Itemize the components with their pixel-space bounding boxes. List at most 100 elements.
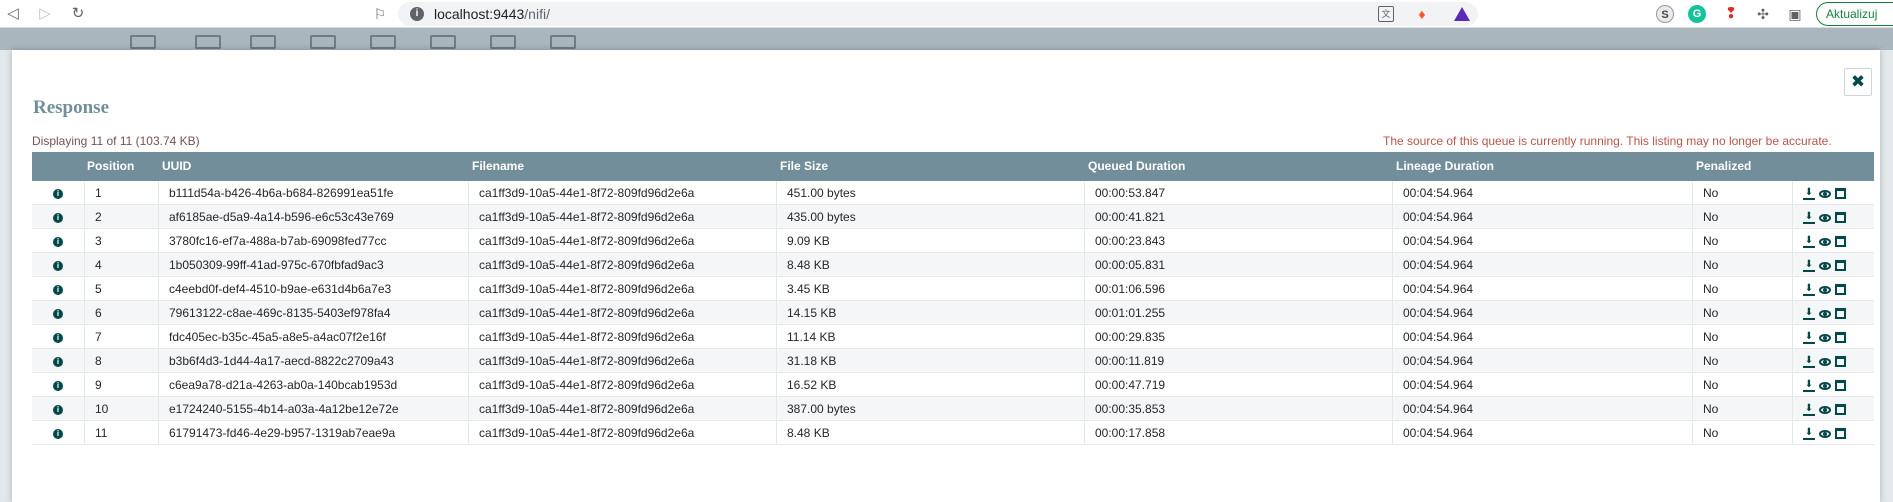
eye-icon[interactable] xyxy=(1819,189,1831,198)
details-cell: i xyxy=(32,181,84,205)
info-icon[interactable]: i xyxy=(53,188,63,199)
eye-icon[interactable] xyxy=(1819,357,1831,366)
uuid-cell: c6ea9a78-d21a-4263-ab0a-140bcab1953d xyxy=(158,373,468,397)
actions-cell: ⬇ xyxy=(1792,325,1874,349)
provenance-icon[interactable] xyxy=(1835,260,1846,272)
details-cell: i xyxy=(32,325,84,349)
extension-red-icon[interactable]: ❢ xyxy=(1722,5,1740,23)
provenance-icon[interactable] xyxy=(1835,308,1846,320)
eye-icon[interactable] xyxy=(1819,309,1831,318)
site-info-icon[interactable]: i xyxy=(410,7,424,21)
info-icon[interactable]: i xyxy=(53,356,63,367)
actions-cell: ⬇ xyxy=(1792,229,1874,253)
bookmark-icon[interactable]: ⚐ xyxy=(372,3,388,25)
filename-cell: ca1ff3d9-10a5-44e1-8f72-809fd96d2e6a xyxy=(468,325,776,349)
download-icon[interactable]: ⬇ xyxy=(1803,307,1815,320)
download-icon[interactable]: ⬇ xyxy=(1803,187,1815,200)
eye-icon[interactable] xyxy=(1819,285,1831,294)
forward-icon[interactable]: ▷ xyxy=(34,3,56,25)
info-icon[interactable]: i xyxy=(53,212,63,223)
rewards-icon[interactable] xyxy=(1454,7,1470,21)
template-tool-icon xyxy=(490,35,516,49)
url-text[interactable]: localhost:9443/nifi/ xyxy=(434,6,550,22)
header-filename[interactable]: Filename xyxy=(472,152,524,181)
eye-icon[interactable] xyxy=(1819,429,1831,438)
eye-icon[interactable] xyxy=(1819,333,1831,342)
provenance-icon[interactable] xyxy=(1835,332,1846,344)
filename-cell: ca1ff3d9-10a5-44e1-8f72-809fd96d2e6a xyxy=(468,349,776,373)
download-icon[interactable]: ⬇ xyxy=(1803,211,1815,224)
penalized-cell: No xyxy=(1692,181,1792,205)
penalized-cell: No xyxy=(1692,349,1792,373)
position-cell: 3 xyxy=(84,229,158,253)
header-queued-duration[interactable]: Queued Duration xyxy=(1088,152,1185,181)
provenance-icon[interactable] xyxy=(1835,356,1846,368)
header-lineage-duration[interactable]: Lineage Duration xyxy=(1396,152,1494,181)
info-icon[interactable]: i xyxy=(53,308,63,319)
uuid-cell: b3b6f4d3-1d44-4a17-aecd-8822c2709a43 xyxy=(158,349,468,373)
details-cell: i xyxy=(32,349,84,373)
file-size-cell: 8.48 KB xyxy=(776,421,1084,445)
table-row: i 3 3780fc16-ef7a-488a-b7ab-69098fed77cc ca… xyxy=(32,229,1874,253)
file-size-cell: 387.00 bytes xyxy=(776,397,1084,421)
position-cell: 5 xyxy=(84,277,158,301)
canvas-left-edge xyxy=(0,50,12,502)
eye-icon[interactable] xyxy=(1819,237,1831,246)
penalized-cell: No xyxy=(1692,277,1792,301)
header-penalized[interactable]: Penalized xyxy=(1696,152,1751,181)
info-icon[interactable]: i xyxy=(53,260,63,271)
eye-icon[interactable] xyxy=(1819,381,1831,390)
uuid-cell: 1b050309-99ff-41ad-975c-670fbfad9ac3 xyxy=(158,253,468,277)
address-bar[interactable]: i localhost:9443/nifi/ 文 ♦ xyxy=(398,2,1478,26)
wallet-icon[interactable]: ▣ xyxy=(1786,5,1804,23)
provenance-icon[interactable] xyxy=(1835,284,1846,296)
info-icon[interactable]: i xyxy=(53,428,63,439)
header-file-size[interactable]: File Size xyxy=(780,152,828,181)
table-row: i 1 b111d54a-b426-4b6a-b684-826991ea51fe ca… xyxy=(32,181,1874,205)
header-position[interactable]: Position xyxy=(87,152,134,181)
filename-cell: ca1ff3d9-10a5-44e1-8f72-809fd96d2e6a xyxy=(468,373,776,397)
header-uuid[interactable]: UUID xyxy=(162,152,191,181)
actions-cell: ⬇ xyxy=(1792,349,1874,373)
provenance-icon[interactable] xyxy=(1835,212,1846,224)
brave-shield-icon[interactable]: ♦ xyxy=(1414,6,1430,22)
download-icon[interactable]: ⬇ xyxy=(1803,379,1815,392)
translate-icon[interactable]: 文 xyxy=(1378,6,1394,22)
penalized-cell: No xyxy=(1692,397,1792,421)
download-icon[interactable]: ⬇ xyxy=(1803,259,1815,272)
actions-cell: ⬇ xyxy=(1792,373,1874,397)
provenance-icon[interactable] xyxy=(1835,236,1846,248)
eye-icon[interactable] xyxy=(1819,213,1831,222)
download-icon[interactable]: ⬇ xyxy=(1803,283,1815,296)
filename-cell: ca1ff3d9-10a5-44e1-8f72-809fd96d2e6a xyxy=(468,397,776,421)
download-icon[interactable]: ⬇ xyxy=(1803,355,1815,368)
canvas-right-edge xyxy=(1880,50,1893,502)
actions-cell: ⬇ xyxy=(1792,277,1874,301)
provenance-icon[interactable] xyxy=(1835,188,1846,200)
download-icon[interactable]: ⬇ xyxy=(1803,427,1815,440)
update-button[interactable]: Aktualizuj xyxy=(1816,2,1893,26)
info-icon[interactable]: i xyxy=(53,332,63,343)
provenance-icon[interactable] xyxy=(1835,428,1846,440)
download-icon[interactable]: ⬇ xyxy=(1803,331,1815,344)
grammarly-icon[interactable]: G xyxy=(1688,5,1706,23)
info-icon[interactable]: i xyxy=(53,236,63,247)
reload-icon[interactable]: ↻ xyxy=(67,3,89,25)
info-icon[interactable]: i xyxy=(53,380,63,391)
provenance-icon[interactable] xyxy=(1835,404,1846,416)
eye-icon[interactable] xyxy=(1819,405,1831,414)
extensions-puzzle-icon[interactable]: ✣ xyxy=(1754,5,1772,23)
eye-icon[interactable] xyxy=(1819,261,1831,270)
penalized-cell: No xyxy=(1692,325,1792,349)
back-icon[interactable]: ◁ xyxy=(2,3,24,25)
position-cell: 1 xyxy=(84,181,158,205)
download-icon[interactable]: ⬇ xyxy=(1803,235,1815,248)
provenance-icon[interactable] xyxy=(1835,380,1846,392)
info-icon[interactable]: i xyxy=(53,284,63,295)
close-button[interactable]: ✖ xyxy=(1844,68,1872,96)
details-cell: i xyxy=(32,397,84,421)
download-icon[interactable]: ⬇ xyxy=(1803,403,1815,416)
info-icon[interactable]: i xyxy=(53,404,63,415)
funnel-tool-icon xyxy=(430,35,456,49)
extension-s-icon[interactable]: S xyxy=(1656,5,1674,23)
